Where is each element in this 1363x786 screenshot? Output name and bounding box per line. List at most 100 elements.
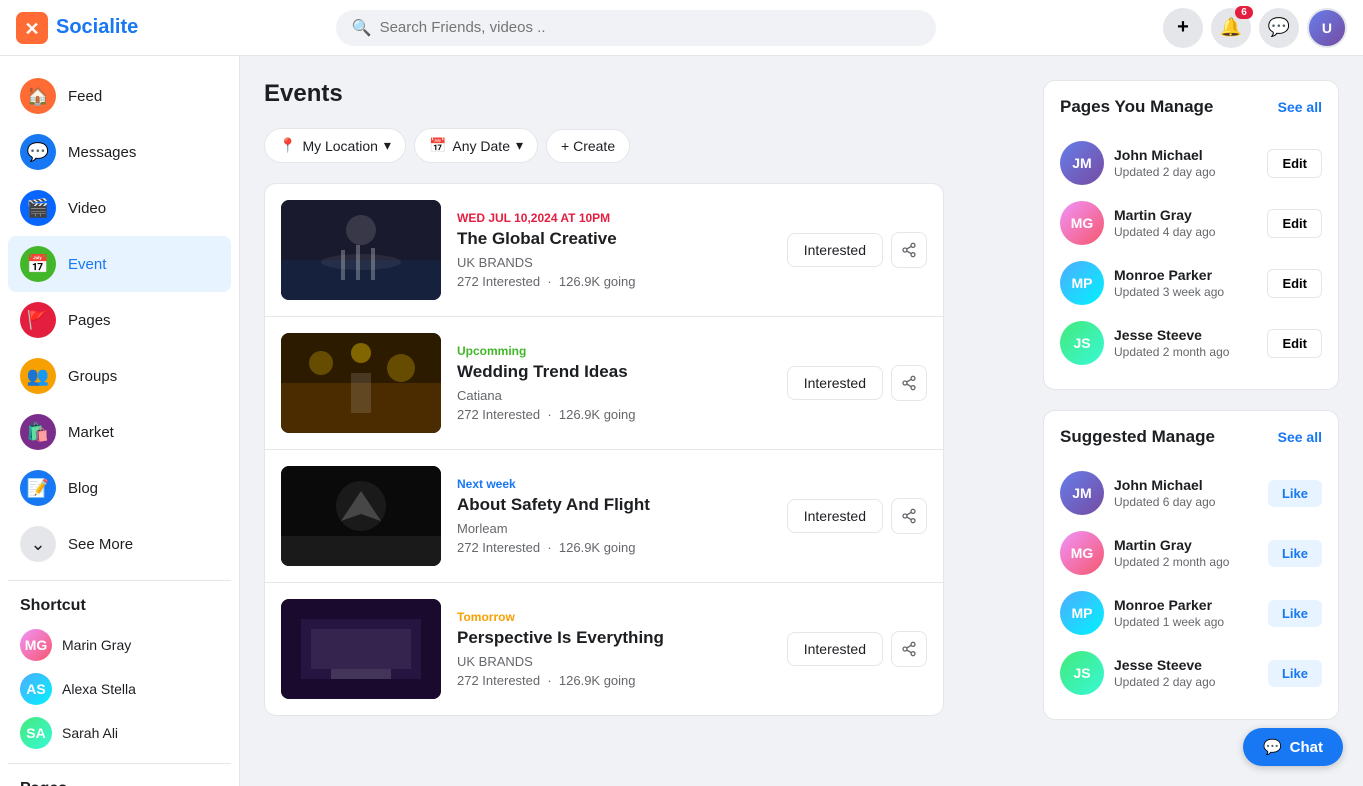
chat-icon: 💬 [1268,17,1290,38]
like-btn[interactable]: Like [1268,480,1322,507]
date-label: Any Date [452,138,510,154]
pages-icon: 🚩 [20,302,56,338]
sidebar-item-feed[interactable]: 🏠 Feed [8,68,231,124]
shortcut-sarah-ali[interactable]: SA Sarah Ali [8,711,231,755]
notifications-button[interactable]: 🔔 6 [1211,8,1251,48]
pages-manage-title: Pages You Manage [1060,97,1213,117]
like-btn[interactable]: Like [1268,540,1322,567]
pages-manage-see-all[interactable]: See all [1278,99,1322,115]
add-button[interactable]: + [1163,8,1203,48]
edit-btn[interactable]: Edit [1267,149,1322,178]
event-card-2: Upcomming Wedding Trend Ideas Catiana 27… [265,317,943,450]
suggested-sub: Updated 2 day ago [1114,675,1258,689]
sidebar-item-video[interactable]: 🎬 Video [8,180,231,236]
shortcut-name: Sarah Ali [62,725,118,741]
chat-floating-btn[interactable]: 💬 Chat [1243,728,1343,766]
user-avatar[interactable]: U [1307,8,1347,48]
bell-icon: 🔔 [1220,17,1242,38]
suggested-manage-header: Suggested Manage See all [1060,427,1322,447]
suggested-item-monroe-parker: MP Monroe Parker Updated 1 week ago Like [1060,583,1322,643]
interested-btn-1[interactable]: Interested [787,233,883,267]
event-title-1: The Global Creative [457,229,771,249]
sidebar-item-blog[interactable]: 📝 Blog [8,460,231,516]
share-btn-3[interactable] [891,498,927,534]
event-card-3: Next week About Safety And Flight Morlea… [265,450,943,583]
event-stats-2: 272 Interested · 126.9K going [457,407,771,422]
like-btn[interactable]: Like [1268,600,1322,627]
shortcut-alexa-stella[interactable]: AS Alexa Stella [8,667,231,711]
edit-btn[interactable]: Edit [1267,209,1322,238]
feed-icon: 🏠 [20,78,56,114]
sidebar-label-groups: Groups [68,368,117,385]
manage-sub: Updated 3 week ago [1114,285,1257,299]
event-image-1 [281,200,441,300]
edit-btn[interactable]: Edit [1267,329,1322,358]
shortcut-name: Marin Gray [62,637,131,653]
shortcut-marin-gray[interactable]: MG Marin Gray [8,623,231,667]
manage-name: John Michael [1114,147,1257,163]
share-btn-4[interactable] [891,631,927,667]
manage-name: Martin Gray [1114,207,1257,223]
manage-item-martin-gray: MG Martin Gray Updated 4 day ago Edit [1060,193,1322,253]
event-title-3: About Safety And Flight [457,495,771,515]
event-info-4: Tomorrow Perspective Is Everything UK BR… [441,610,787,688]
main-content: Events 📍 My Location ▾ 📅 Any Date ▾ + Cr [240,56,1363,786]
sidebar-item-seemore[interactable]: ⌄ See More [8,516,231,572]
event-title-4: Perspective Is Everything [457,628,771,648]
sidebar-item-pages[interactable]: 🚩 Pages [8,292,231,348]
like-btn[interactable]: Like [1268,660,1322,687]
event-date-4: Tomorrow [457,610,771,624]
manage-sub: Updated 2 month ago [1114,345,1257,359]
interested-btn-3[interactable]: Interested [787,499,883,533]
event-card-1: WED JUL 10,2024 AT 10PM The Global Creat… [265,184,943,317]
suggested-name: John Michael [1114,477,1258,493]
share-btn-2[interactable] [891,365,927,401]
sidebar-item-market[interactable]: 🛍️ Market [8,404,231,460]
search-input[interactable] [380,19,920,36]
manage-name: Monroe Parker [1114,267,1257,283]
create-button[interactable]: + Create [546,129,630,163]
event-actions-4: Interested [787,631,927,667]
right-panel: Pages You Manage See all JM John Michael… [1019,80,1339,740]
sidebar-item-messages[interactable]: 💬 Messages [8,124,231,180]
nav-actions: + 🔔 6 💬 U [1163,8,1347,48]
share-btn-1[interactable] [891,232,927,268]
search-icon: 🔍 [352,18,372,38]
manage-avatar: MG [1060,201,1104,245]
app-name: Socialite [56,16,138,39]
suggested-info: Jesse Steeve Updated 2 day ago [1114,657,1258,689]
suggested-manage-see-all[interactable]: See all [1278,429,1322,445]
sidebar-item-groups[interactable]: 👥 Groups [8,348,231,404]
sidebar: 🏠 Feed 💬 Messages 🎬 Video 📅 Event 🚩 Page… [0,56,240,786]
date-filter[interactable]: 📅 Any Date ▾ [414,128,538,163]
interested-btn-4[interactable]: Interested [787,632,883,666]
edit-btn[interactable]: Edit [1267,269,1322,298]
sidebar-label-market: Market [68,424,114,441]
blog-icon: 📝 [20,470,56,506]
sidebar-divider-2 [8,763,231,764]
filter-bar: 📍 My Location ▾ 📅 Any Date ▾ + Create [264,128,1019,163]
suggested-avatar: JS [1060,651,1104,695]
manage-info: Martin Gray Updated 4 day ago [1114,207,1257,239]
chat-float-icon: 💬 [1263,738,1282,756]
shortcut-avatar: MG [20,629,52,661]
shortcut-title: Shortcut [8,589,231,623]
chat-float-label: Chat [1290,739,1323,756]
sidebar-label-messages: Messages [68,144,136,161]
suggested-item-jesse-steeve: JS Jesse Steeve Updated 2 day ago Like [1060,643,1322,703]
events-list: WED JUL 10,2024 AT 10PM The Global Creat… [264,183,944,716]
shortcuts-list: MG Marin Gray AS Alexa Stella SA Sarah A… [8,623,231,755]
manage-name: Jesse Steeve [1114,327,1257,343]
interested-btn-2[interactable]: Interested [787,366,883,400]
sidebar-item-event[interactable]: 📅 Event [8,236,231,292]
search-bar[interactable]: 🔍 [336,10,936,46]
suggested-sub: Updated 1 week ago [1114,615,1258,629]
location-filter[interactable]: 📍 My Location ▾ [264,128,406,163]
seemore-icon: ⌄ [20,526,56,562]
suggested-info: Martin Gray Updated 2 month ago [1114,537,1258,569]
pages-manage-header: Pages You Manage See all [1060,97,1322,117]
manage-item-john-michael: JM John Michael Updated 2 day ago Edit [1060,133,1322,193]
logo-icon: ✕ [16,12,48,44]
chat-button[interactable]: 💬 [1259,8,1299,48]
shortcut-avatar: AS [20,673,52,705]
